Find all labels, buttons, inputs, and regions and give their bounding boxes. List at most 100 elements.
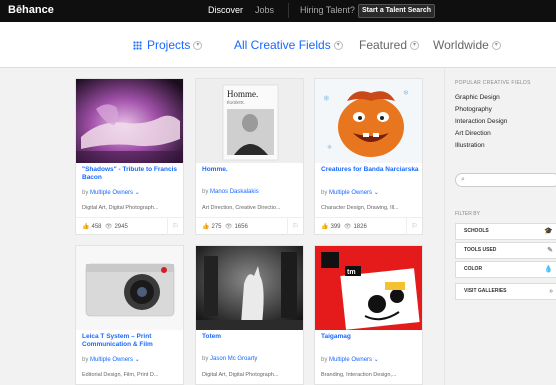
- visit-galleries-button[interactable]: VISIT GALLERIES »: [455, 283, 556, 300]
- project-title[interactable]: "Shadows" - Tribute to Francis Bacon: [82, 166, 180, 182]
- project-owner: by Multiple Owners ⌄: [82, 189, 140, 196]
- svg-text:❄: ❄: [403, 89, 409, 97]
- chevron-down-icon[interactable]: ⌄: [135, 190, 140, 196]
- project-owner: by Multiple Owners ⌄: [82, 356, 140, 363]
- project-title[interactable]: Homme.: [202, 166, 300, 174]
- chevron-down-icon: ▾: [491, 41, 501, 51]
- filter-bar: Projects ▾ All Creative Fields ▾ Featured ▾…: [0, 22, 556, 68]
- chevron-down-icon[interactable]: ⌄: [135, 357, 140, 363]
- project-title[interactable]: Leica T System – Print Communication & F…: [82, 333, 180, 349]
- project-fields[interactable]: Digital Art, Digital Photograph...: [202, 372, 300, 378]
- grid-icon: [133, 41, 142, 51]
- paint-drop-icon: 💧: [544, 266, 553, 273]
- by-label: by: [202, 356, 209, 362]
- owner-link[interactable]: Multiple Owners: [329, 190, 372, 196]
- project-card: Totem by Jason Mc Groarty Digital Art, D…: [195, 245, 304, 385]
- project-fields[interactable]: Branding, Interaction Design,...: [321, 372, 419, 378]
- sidebar-item-graphic-design[interactable]: Graphic Design: [455, 94, 500, 101]
- project-stats: 👍 458 👁 2945: [82, 223, 128, 230]
- sort-label: Featured: [359, 38, 408, 52]
- view-count: 2945: [114, 224, 128, 230]
- thumbs-up-icon: 👍: [82, 224, 90, 230]
- owner-link[interactable]: Multiple Owners: [329, 357, 372, 363]
- svg-text:❄: ❄: [327, 144, 332, 151]
- creative-fields-label: All Creative Fields: [234, 38, 331, 52]
- nav-divider: [288, 3, 289, 18]
- magazine-logo: tm: [347, 269, 356, 276]
- project-card: "Shadows" - Tribute to Francis Bacon by …: [75, 78, 184, 236]
- sidebar-item-photography[interactable]: Photography: [455, 106, 492, 113]
- project-thumbnail[interactable]: ❄ ❄ ❄: [315, 79, 422, 163]
- by-label: by: [321, 357, 328, 363]
- nav-discover[interactable]: Discover: [208, 5, 243, 15]
- behance-logo[interactable]: Bēhance: [8, 4, 54, 16]
- project-stats: 👍 399 👁 1826: [321, 223, 367, 230]
- project-thumbnail[interactable]: tm: [315, 246, 422, 330]
- project-thumbnail[interactable]: Homme. ÉGOÏSTE.: [196, 79, 303, 163]
- flag-icon[interactable]: ⚐: [167, 217, 183, 236]
- project-thumbnail[interactable]: [76, 79, 183, 163]
- chevron-down-icon: ▾: [333, 41, 343, 51]
- project-owner: by Jason Mc Groarty: [202, 356, 257, 362]
- owner-link[interactable]: Jason Mc Groarty: [210, 356, 257, 362]
- sidebar-item-illustration[interactable]: Illustration: [455, 142, 485, 149]
- magazine-subtitle: ÉGOÏSTE.: [227, 100, 245, 105]
- flag-icon[interactable]: ⚐: [287, 217, 303, 236]
- tools-used-filter[interactable]: TOOLS USED ✎: [455, 242, 556, 259]
- chevron-down-icon: ▾: [410, 41, 420, 51]
- by-label: by: [202, 189, 209, 195]
- appreciation-count: 275: [211, 224, 222, 230]
- color-filter[interactable]: COLOR 💧: [455, 261, 556, 278]
- location-dropdown[interactable]: Worldwide ▾: [433, 38, 501, 52]
- eye-icon: 👁: [104, 224, 113, 230]
- project-title[interactable]: Taigamag: [321, 333, 419, 341]
- top-navigation-bar: Bēhance Discover Jobs Hiring Talent? Sta…: [0, 0, 556, 22]
- sidebar-item-interaction-design[interactable]: Interaction Design: [455, 118, 507, 125]
- flag-icon[interactable]: ⚐: [406, 217, 422, 236]
- by-label: by: [82, 357, 89, 363]
- project-fields[interactable]: Editorial Design, Film, Print D...: [82, 372, 180, 378]
- appreciation-count: 399: [330, 224, 341, 230]
- chevron-down-icon[interactable]: ⌄: [374, 357, 379, 363]
- location-label: Worldwide: [433, 38, 489, 52]
- color-label: COLOR: [464, 266, 483, 272]
- view-count: 1656: [234, 224, 248, 230]
- owner-link[interactable]: Multiple Owners: [90, 190, 133, 196]
- magazine-title: Homme.: [227, 89, 258, 99]
- owner-link[interactable]: Multiple Owners: [90, 357, 133, 363]
- owner-link[interactable]: Manos Daskalakis: [210, 189, 259, 195]
- thumbs-up-icon: 👍: [321, 224, 329, 230]
- tools-used-label: TOOLS USED: [464, 247, 497, 253]
- project-fields[interactable]: Digital Art, Digital Photograph...: [82, 205, 180, 211]
- project-thumbnail[interactable]: [196, 246, 303, 330]
- visit-galleries-label: VISIT GALLERIES: [464, 288, 507, 294]
- start-talent-search-button[interactable]: Start a Talent Search: [358, 4, 435, 18]
- creative-fields-dropdown[interactable]: All Creative Fields ▾: [234, 38, 343, 52]
- project-fields[interactable]: Character Design, Drawing, Ill...: [321, 205, 419, 211]
- project-title[interactable]: Creatures for Banda Narciarska: [321, 166, 419, 174]
- search-input[interactable]: ⌕: [455, 173, 556, 187]
- project-card: Leica T System – Print Communication & F…: [75, 245, 184, 385]
- project-owner: by Multiple Owners ⌄: [321, 189, 379, 196]
- popular-fields-heading: POPULAR CREATIVE FIELDS: [455, 80, 531, 86]
- chevron-down-icon[interactable]: ⌄: [374, 190, 379, 196]
- search-icon: ⌕: [461, 176, 465, 183]
- projects-label: Projects: [147, 38, 191, 52]
- by-label: by: [82, 190, 89, 196]
- project-title[interactable]: Totem: [202, 333, 300, 341]
- sidebar: POPULAR CREATIVE FIELDS Graphic Design P…: [444, 69, 556, 385]
- project-fields[interactable]: Art Direction, Creative Directio...: [202, 205, 300, 211]
- schools-filter[interactable]: SCHOOLS 🎓: [455, 223, 556, 240]
- tools-icon: ✎: [547, 247, 553, 254]
- nav-jobs[interactable]: Jobs: [255, 5, 274, 15]
- project-card: Homme. ÉGOÏSTE. Homme. by Manos Daskalak…: [195, 78, 304, 236]
- sidebar-item-art-direction[interactable]: Art Direction: [455, 130, 491, 137]
- project-thumbnail[interactable]: [76, 246, 183, 330]
- project-stats: 👍 275 👁 1656: [202, 223, 248, 230]
- project-card: tm Taigamag by Multiple Owners ⌄ Brandin…: [314, 245, 423, 385]
- sort-dropdown[interactable]: Featured ▾: [359, 38, 420, 52]
- schools-label: SCHOOLS: [464, 228, 489, 234]
- project-owner: by Manos Daskalakis: [202, 189, 259, 195]
- nav-hiring-talent[interactable]: Hiring Talent?: [300, 5, 355, 15]
- projects-dropdown[interactable]: Projects ▾: [133, 38, 203, 52]
